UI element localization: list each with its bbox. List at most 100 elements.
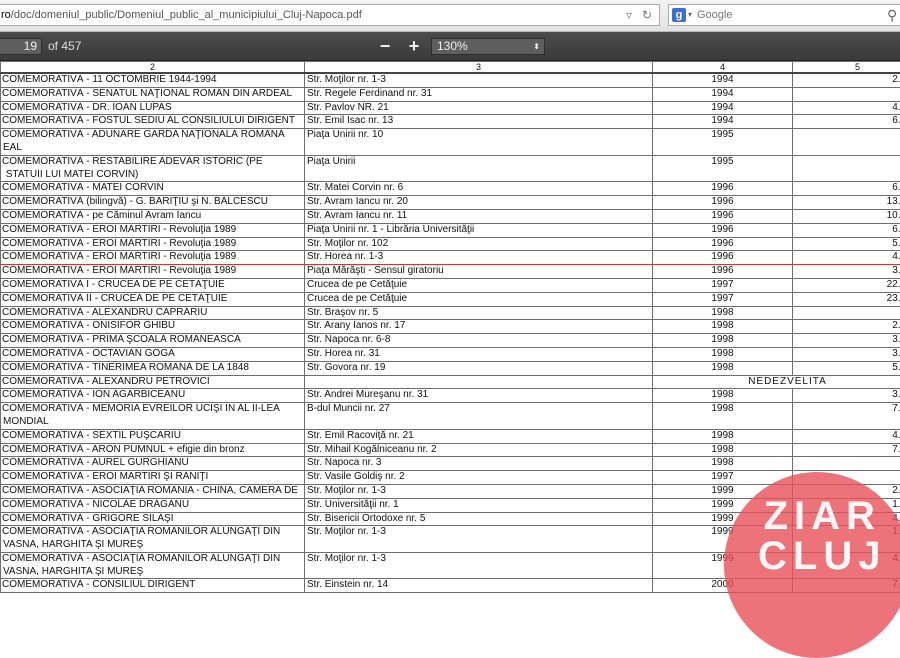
- table-cell-name: COMEMORATIVĂ - NICOLAE DRĂGANU: [1, 498, 305, 512]
- table-cell-year: 1998: [653, 361, 793, 375]
- table-cell-value: 4.010,: [793, 251, 900, 265]
- search-engine-dropdown-icon[interactable]: ▾: [688, 5, 692, 25]
- table-cell-year: 1994: [653, 73, 793, 87]
- table-cell-address: Str. Napoca nr. 3: [305, 457, 653, 471]
- pdf-toolbar: 19 of 457 − + 130% ⬍: [0, 32, 900, 61]
- table-cell-address: Str. Emil Racoviţă nr. 21: [305, 429, 653, 443]
- table-cell-value: 17,: [793, 155, 900, 182]
- table-cell-year: 1998: [653, 334, 793, 348]
- url-field[interactable]: ro/doc/domeniul_public/Domeniul_public_a…: [0, 4, 660, 26]
- reload-icon[interactable]: ↻: [642, 4, 652, 26]
- table-cell-address: Piaţa Unirii: [305, 155, 653, 182]
- search-icon[interactable]: ⚲: [887, 5, 897, 25]
- table-row: COMEMORATIVĂ - ALEXANDRU PETROVICINEDEZV…: [1, 375, 900, 389]
- table-cell-name: COMEMORATIVĂ - AUREL GURGHIANU: [1, 457, 305, 471]
- table-cell-year: 1997: [653, 278, 793, 292]
- table-cell-address: Str. Avram Iancu nr. 11: [305, 209, 653, 223]
- table-cell-value: 4.623,: [793, 101, 900, 115]
- table-cell-value: 10.348,: [793, 209, 900, 223]
- table-cell-name: COMEMORATIVĂ - RESTABILIRE ADEVĂR ISTORI…: [1, 155, 305, 182]
- table-row: COMEMORATIVĂ - AUREL GURGHIANUStr. Napoc…: [1, 457, 900, 471]
- table-cell-value: 23.959,: [793, 292, 900, 306]
- browser-toolbar: ro/doc/domeniul_public/Domeniul_public_a…: [0, 0, 900, 32]
- column-header: 3: [305, 62, 653, 74]
- google-logo-icon[interactable]: g: [672, 8, 686, 22]
- table-cell-year: 1998: [653, 306, 793, 320]
- search-input[interactable]: [697, 6, 867, 24]
- zoom-select[interactable]: 130% ⬍: [431, 38, 545, 55]
- search-box[interactable]: g ▾ ⚲: [668, 4, 900, 26]
- table-cell-value: [793, 306, 900, 320]
- url-path: /doc/domeniul_public/Domeniul_public_al_…: [11, 9, 362, 21]
- zoom-level: 130%: [437, 39, 468, 53]
- table-cell-value: 5.701,: [793, 361, 900, 375]
- table-cell-address: Str. Emil Isac nr. 13: [305, 115, 653, 129]
- table-cell-address: Piaţa Mărăşti - Sensul giratoriu: [305, 265, 653, 279]
- table-row: COMEMORATIVĂ - OCTAVIAN GOGAStr. Horea n…: [1, 347, 900, 361]
- table-cell-name: COMEMORATIVĂ - ADUNARE GARDA NAŢIONALĂ R…: [1, 129, 305, 156]
- table-row: COMEMORATIVĂ - PRIMA ŞCOALĂ ROMÂNEASCĂSt…: [1, 334, 900, 348]
- table-cell-value: 4.016,: [793, 429, 900, 443]
- table-cell-value: 6.920,: [793, 223, 900, 237]
- url-actions: ▿ ↻: [624, 4, 660, 26]
- table-cell-name: COMEMORATIVĂ - ALEXANDRU CĂPRARIU: [1, 306, 305, 320]
- table-cell-year: 1998: [653, 389, 793, 403]
- zoom-out-button[interactable]: −: [374, 35, 396, 57]
- table-cell-year: 1996: [653, 265, 793, 279]
- ziar-cluj-watermark: ZIAR CLUJ: [724, 472, 900, 658]
- table-cell-year: 1998: [653, 403, 793, 430]
- page-number-input[interactable]: 19: [0, 38, 42, 55]
- select-arrows-icon: ⬍: [533, 39, 540, 54]
- table-cell-address: Str. Govora nr. 19: [305, 361, 653, 375]
- table-cell-value: 2.517,: [793, 73, 900, 87]
- table-cell-value: [793, 129, 900, 156]
- table-cell-year: 1997: [653, 292, 793, 306]
- table-row: COMEMORATIVĂ I - CRUCEA DE PE CETĂŢUIECr…: [1, 278, 900, 292]
- table-row: COMEMORATIVĂ - ADUNARE GARDA NAŢIONALĂ R…: [1, 129, 900, 156]
- table-cell-address: Str. Moţilor nr. 1-3: [305, 484, 653, 498]
- table-cell-value: 3.086,: [793, 334, 900, 348]
- table-cell-value: 3.892,: [793, 347, 900, 361]
- table-cell-value: 6.321,: [793, 115, 900, 129]
- dropdown-arrow-icon[interactable]: ▿: [626, 4, 632, 26]
- table-cell-address: Str. Einstein nr. 14: [305, 579, 653, 593]
- table-cell-name: COMEMORATIVĂ - ARON PUMNUL + efigie din …: [1, 443, 305, 457]
- table-row: COMEMORATIVĂ - FOSTUL SEDIU AL CONSILIUL…: [1, 115, 900, 129]
- table-cell-year: 1998: [653, 347, 793, 361]
- table-cell-year: 1996: [653, 237, 793, 251]
- table-row: COMEMORATIVĂ - RESTABILIRE ADEVĂR ISTORI…: [1, 155, 900, 182]
- table-cell-year: 1996: [653, 223, 793, 237]
- table-cell-address: Str. Horea nr. 1-3: [305, 251, 653, 265]
- table-cell-name: COMEMORATIVĂ - OCTAVIAN GOGA: [1, 347, 305, 361]
- table-cell-year: 1996: [653, 209, 793, 223]
- table-cell-value: [793, 87, 900, 101]
- table-row: COMEMORATIVĂ - ION AGÂRBICEANUStr. Andre…: [1, 389, 900, 403]
- table-cell-address: Str. Vasile Goldiş nr. 2: [305, 471, 653, 485]
- table-cell-name: COMEMORATIVĂ - ASOCIAŢIA ROMÂNILOR ALUNG…: [1, 526, 305, 553]
- table-cell-value: [793, 457, 900, 471]
- table-cell-name: COMEMORATIVĂ - FOSTUL SEDIU AL CONSILIUL…: [1, 115, 305, 129]
- table-cell-value: 13.923,: [793, 196, 900, 210]
- table-cell-value: 3.735,: [793, 389, 900, 403]
- table-row: COMEMORATIVĂ - ONISIFOR GHIBUStr. Arany …: [1, 320, 900, 334]
- table-cell-name: COMEMORATIVĂ - MEMORIA EVREILOR UCIŞI ÎN…: [1, 403, 305, 430]
- table-cell-name: COMEMORATIVĂ - CONSILIUL DIRIGENT: [1, 579, 305, 593]
- url-domain-fragment: ro: [1, 9, 11, 21]
- table-row: COMEMORATIVĂ - EROI MARTIRI - Revoluţia …: [1, 237, 900, 251]
- table-cell-name: COMEMORATIVĂ - SEXTIL PUŞCARIU: [1, 429, 305, 443]
- table-row: COMEMORATIVĂ - MATEI CORVINStr. Matei Co…: [1, 182, 900, 196]
- table-cell-name: COMEMORATIVĂ - SENATUL NAŢIONAL ROMÂN DI…: [1, 87, 305, 101]
- table-cell-year: 1994: [653, 101, 793, 115]
- table-cell-address: Str. Regele Ferdinand nr. 31: [305, 87, 653, 101]
- zoom-in-button[interactable]: +: [403, 35, 425, 57]
- table-row: COMEMORATIVĂ - EROI MARTIRI ŞI RĂNIŢIStr…: [1, 471, 900, 485]
- table-cell-address: Str. Mihail Kogălniceanu nr. 2: [305, 443, 653, 457]
- table-cell-address: Str. Arany Ianos nr. 17: [305, 320, 653, 334]
- table-cell-address: Str. Bisericii Ortodoxe nr. 5: [305, 512, 653, 526]
- table-cell-address: Str. Moţilor nr. 1-3: [305, 526, 653, 553]
- table-cell-value: 6.664,: [793, 182, 900, 196]
- table-cell-name: COMEMORATIVĂ - ALEXANDRU PETROVICI: [1, 375, 305, 389]
- table-cell-value: 7.338,: [793, 443, 900, 457]
- table-cell-name: COMEMORATIVĂ - ONISIFOR GHIBU: [1, 320, 305, 334]
- table-row: COMEMORATIVĂ - 11 OCTOMBRIE 1944-1994Str…: [1, 73, 900, 87]
